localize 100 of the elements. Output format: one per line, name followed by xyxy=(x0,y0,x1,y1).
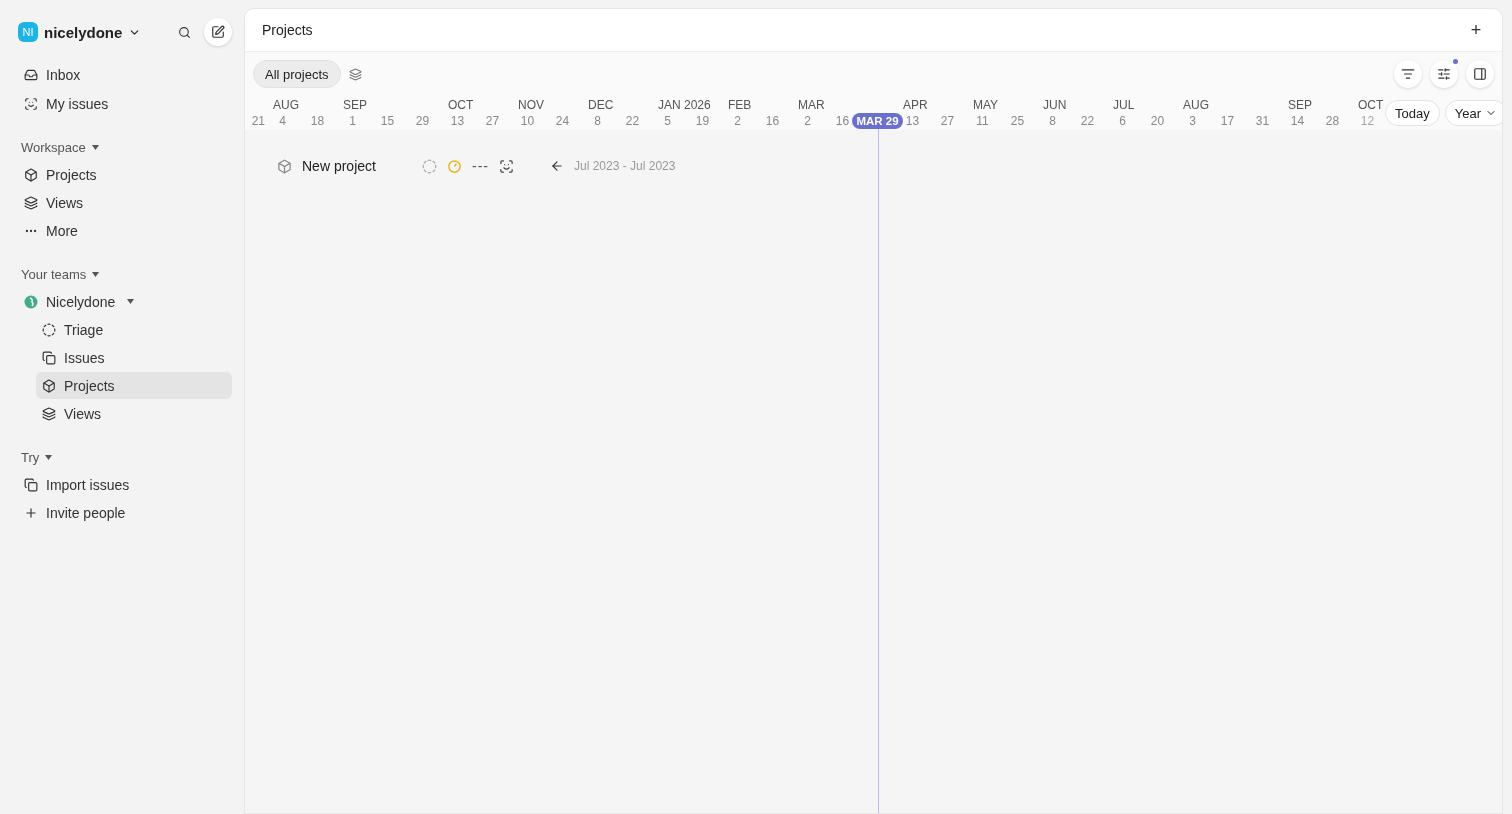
panel-toggle-button[interactable] xyxy=(1466,60,1494,88)
project-name[interactable]: New project xyxy=(302,158,412,174)
priority-label[interactable]: --- xyxy=(472,158,489,174)
filter-button[interactable] xyxy=(1394,60,1422,88)
search-icon xyxy=(177,25,191,39)
filter-icon xyxy=(1401,67,1415,81)
timeline-day: 6 xyxy=(1119,113,1126,129)
timeline-day: 3 xyxy=(1189,113,1196,129)
cube-icon xyxy=(24,167,38,182)
notification-dot xyxy=(1453,59,1458,64)
timeline-day: 10 xyxy=(520,113,535,129)
timeline-month: AUG xyxy=(1182,97,1209,113)
timeline-day: 25 xyxy=(1010,113,1025,129)
layers-icon xyxy=(24,195,38,210)
timeline-month: JUN xyxy=(1042,97,1067,113)
timeline-day: 14 xyxy=(1290,113,1305,129)
timeline-month: MAR xyxy=(797,97,825,113)
caret-icon xyxy=(92,271,100,278)
timeline-day: 24 xyxy=(555,113,570,129)
timeline-day: 8 xyxy=(594,113,601,129)
timeline-day: 13 xyxy=(905,113,920,129)
timeline-day: 16 xyxy=(835,113,850,129)
timeline-day: 18 xyxy=(310,113,325,129)
cube-icon xyxy=(277,158,292,174)
timeline-day: 29 xyxy=(415,113,430,129)
timeline-day: 5 xyxy=(664,113,671,129)
timeline-month: AUG xyxy=(272,97,299,113)
add-button[interactable]: + xyxy=(1462,16,1490,44)
layers-icon[interactable] xyxy=(348,67,362,81)
timeline-month: JUL xyxy=(1112,97,1135,113)
panel-icon xyxy=(1473,67,1487,81)
timeline-day: 31 xyxy=(1255,113,1270,129)
arrow-left-icon[interactable] xyxy=(550,159,564,173)
timeline-day: 27 xyxy=(485,113,500,129)
sidebar-item[interactable]: Import issues xyxy=(18,471,232,498)
section-title[interactable]: Your teams xyxy=(18,267,232,282)
sidebar-item[interactable]: Projects xyxy=(36,372,232,399)
timeline-month: APR xyxy=(902,97,928,113)
timeline-day: 16 xyxy=(765,113,780,129)
timeline-day: 17 xyxy=(1220,113,1235,129)
sidebar-item[interactable]: Views xyxy=(18,189,232,216)
section-title[interactable]: Workspace xyxy=(18,140,232,155)
team-item[interactable]: Nicelydone xyxy=(18,288,232,315)
timeline-day: 27 xyxy=(940,113,955,129)
timeline-day: 1 xyxy=(349,113,356,129)
timeline-day: 19 xyxy=(695,113,710,129)
sidebar-item[interactable]: Projects xyxy=(18,161,232,188)
pen-square-icon xyxy=(211,25,225,39)
sidebar-item[interactable]: Inbox xyxy=(18,61,232,88)
timeline-day: 20 xyxy=(1150,113,1165,129)
scale-dropdown[interactable]: Year xyxy=(1444,100,1502,126)
copy-icon xyxy=(42,350,56,365)
sidebar-item[interactable]: Issues xyxy=(36,344,232,371)
display-options-button[interactable] xyxy=(1430,60,1458,88)
timeline-day: 4 xyxy=(279,113,286,129)
copy-icon xyxy=(24,477,38,492)
timeline-day: 15 xyxy=(380,113,395,129)
sidebar-item[interactable]: Triage xyxy=(36,316,232,343)
timeline-day: 2 xyxy=(804,113,811,129)
target-icon xyxy=(24,96,38,111)
timeline-day: 28 xyxy=(1325,113,1340,129)
sliders-icon xyxy=(1437,67,1451,81)
timeline-day: 22 xyxy=(1080,113,1095,129)
timeline-month: OCT xyxy=(447,97,474,113)
timeline-month: DEC xyxy=(587,97,614,113)
triage-icon xyxy=(42,322,56,337)
today-button[interactable]: Today xyxy=(1385,100,1440,126)
sidebar-item[interactable]: Views xyxy=(36,400,232,427)
globe-icon xyxy=(24,294,38,309)
timeline-day: 13 xyxy=(450,113,465,129)
timeline-day: 11 xyxy=(976,113,989,129)
sidebar-item[interactable]: More xyxy=(18,217,232,244)
cube-icon xyxy=(42,378,56,393)
compose-button[interactable] xyxy=(204,18,232,46)
timeline-day: 2 xyxy=(734,113,741,129)
page-title: Projects xyxy=(262,22,313,38)
sidebar-item[interactable]: My issues xyxy=(18,90,232,117)
layers-icon xyxy=(42,406,56,421)
timeline-month: SEP xyxy=(342,97,367,113)
lead-icon[interactable] xyxy=(499,158,514,174)
today-marker: MAR 29 xyxy=(852,113,903,129)
inbox-icon xyxy=(24,67,38,82)
timeline-day: 8 xyxy=(1049,113,1056,129)
timeline-month: JAN 2026 xyxy=(657,97,711,113)
caret-icon xyxy=(91,144,99,151)
timeline-day: 21 xyxy=(251,113,265,129)
section-title[interactable]: Try xyxy=(18,450,232,465)
sidebar-item[interactable]: Invite people xyxy=(18,499,232,526)
timeline-month: FEB xyxy=(727,97,752,113)
caret-icon xyxy=(45,454,53,461)
workspace-name[interactable]: nicelydone xyxy=(44,23,123,41)
view-tab[interactable]: All projects xyxy=(253,60,341,88)
timeline-month: NOV xyxy=(517,97,544,113)
timeline-month: OCT xyxy=(1357,97,1384,113)
timeline-month: SEP xyxy=(1287,97,1312,113)
timeline-day: 12 xyxy=(1360,113,1375,129)
plus-icon xyxy=(24,505,38,520)
timeline-month: MAY xyxy=(972,97,999,113)
caret-icon xyxy=(127,298,135,305)
timeline-day: 22 xyxy=(625,113,640,129)
